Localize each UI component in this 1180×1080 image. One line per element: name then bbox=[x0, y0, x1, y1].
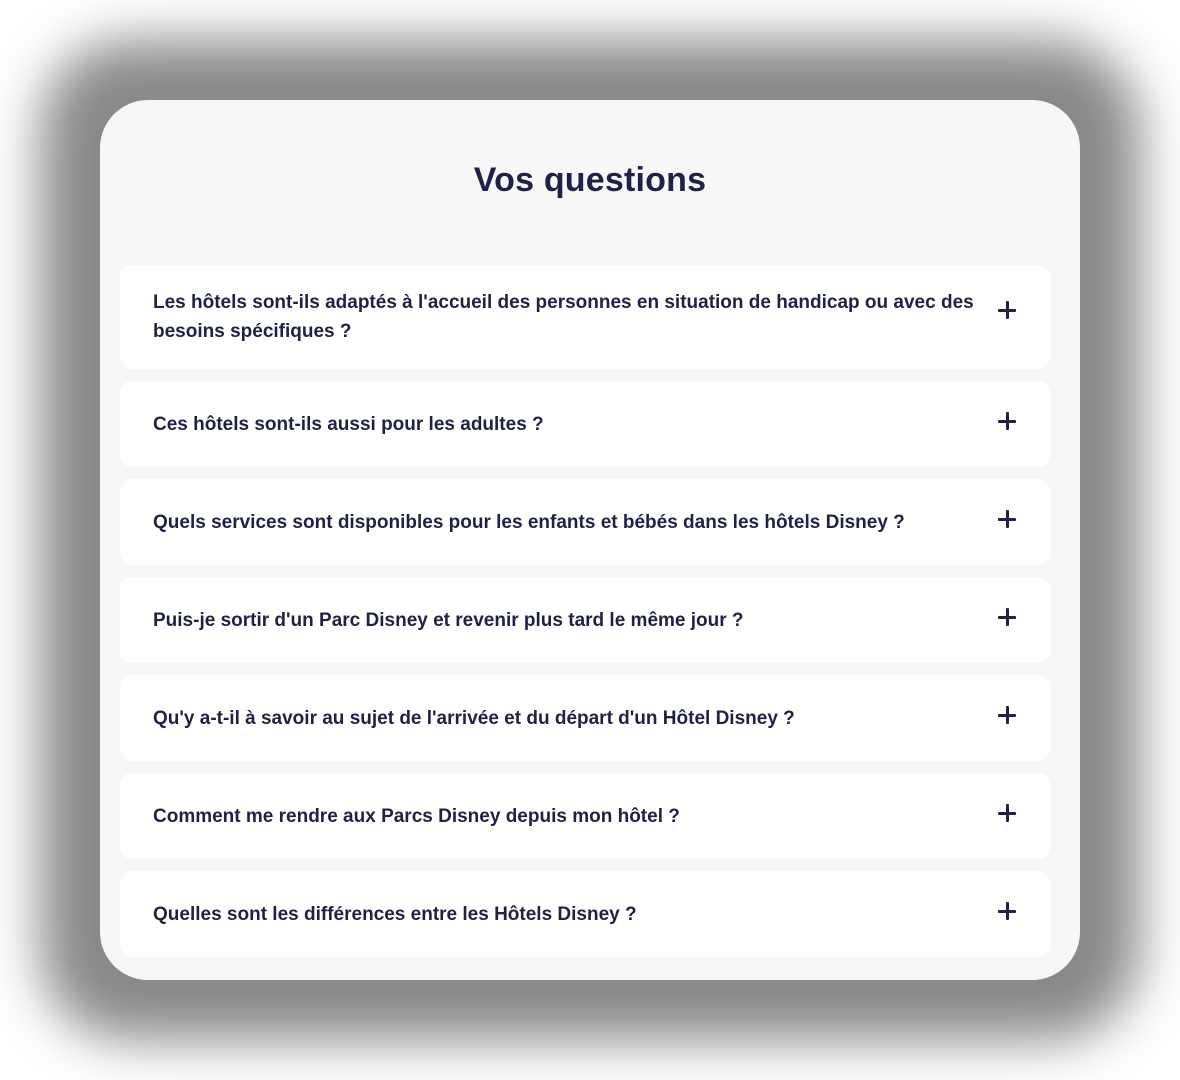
faq-item-children-services[interactable]: Quels services sont disponibles pour les… bbox=[120, 479, 1050, 565]
faq-list: Les hôtels sont-ils adaptés à l'accueil … bbox=[120, 265, 1050, 957]
faq-question: Ces hôtels sont-ils aussi pour les adult… bbox=[153, 413, 544, 435]
faq-title: Vos questions bbox=[473, 161, 707, 199]
faq-item-transport[interactable]: Comment me rendre aux Parcs Disney depui… bbox=[120, 773, 1050, 859]
faq-item-arrival-departure[interactable]: Qu'y a-t-il à savoir au sujet de l'arriv… bbox=[120, 675, 1050, 761]
faq-question: Qu'y a-t-il à savoir au sujet de l'arriv… bbox=[153, 707, 795, 729]
plus-icon[interactable] bbox=[998, 412, 1016, 430]
plus-icon[interactable] bbox=[998, 804, 1016, 822]
plus-icon[interactable] bbox=[998, 510, 1016, 528]
plus-icon[interactable] bbox=[998, 301, 1016, 319]
faq-question: Quels services sont disponibles pour les… bbox=[153, 511, 905, 533]
faq-question: Les hôtels sont-ils adaptés à l'accueil … bbox=[153, 292, 974, 342]
faq-question: Puis-je sortir d'un Parc Disney et reven… bbox=[153, 609, 744, 631]
plus-icon[interactable] bbox=[998, 706, 1016, 724]
faq-item-adults[interactable]: Ces hôtels sont-ils aussi pour les adult… bbox=[120, 381, 1050, 467]
plus-icon[interactable] bbox=[998, 902, 1016, 920]
faq-item-accessibility[interactable]: Les hôtels sont-ils adaptés à l'accueil … bbox=[120, 265, 1050, 369]
faq-item-park-reentry[interactable]: Puis-je sortir d'un Parc Disney et reven… bbox=[120, 577, 1050, 663]
plus-icon[interactable] bbox=[998, 608, 1016, 626]
faq-question: Quelles sont les différences entre les H… bbox=[153, 903, 637, 925]
faq-item-hotel-differences[interactable]: Quelles sont les différences entre les H… bbox=[120, 871, 1050, 957]
faq-question: Comment me rendre aux Parcs Disney depui… bbox=[153, 805, 680, 827]
